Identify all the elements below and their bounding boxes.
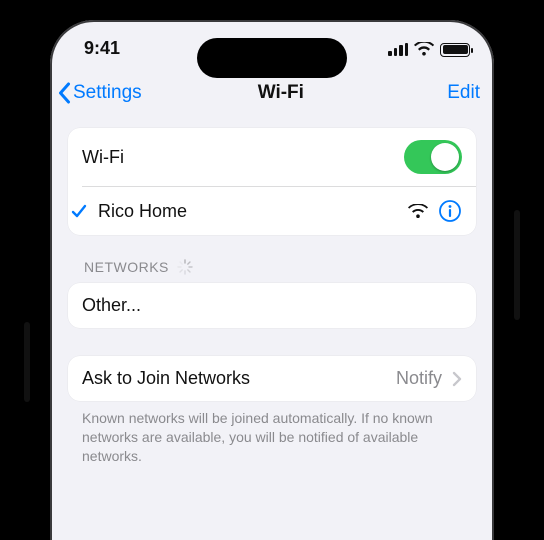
wifi-toggle[interactable]	[404, 140, 462, 174]
wifi-toggle-label: Wi-Fi	[82, 147, 124, 168]
ask-join-group: Ask to Join Networks Notify	[68, 356, 476, 401]
connected-network-row[interactable]: Rico Home	[82, 187, 476, 235]
wifi-status-icon	[414, 42, 434, 57]
battery-icon	[440, 43, 470, 57]
ask-join-row[interactable]: Ask to Join Networks Notify	[68, 356, 476, 401]
other-network-row[interactable]: Other...	[68, 283, 476, 328]
chevron-right-icon	[452, 371, 462, 387]
info-icon[interactable]	[438, 199, 462, 223]
edit-button[interactable]: Edit	[420, 82, 480, 104]
ask-join-footnote: Known networks will be joined automatica…	[82, 409, 462, 466]
page-title: Wi-Fi	[142, 82, 420, 104]
connected-network-name: Rico Home	[98, 201, 187, 222]
status-time: 9:41	[84, 38, 120, 59]
networks-header-label: NETWORKS	[84, 259, 169, 275]
spinner-icon	[177, 259, 193, 275]
wifi-group: Wi-Fi Rico Home	[68, 128, 476, 235]
cellular-signal-icon	[388, 43, 408, 56]
back-button[interactable]: Settings	[58, 82, 142, 104]
ask-join-label: Ask to Join Networks	[82, 368, 250, 389]
dynamic-island	[197, 38, 347, 78]
ask-join-value: Notify	[396, 368, 442, 389]
wifi-toggle-row: Wi-Fi	[68, 128, 476, 186]
back-label: Settings	[73, 82, 142, 104]
networks-group: Other...	[68, 283, 476, 328]
nav-bar: Settings Wi-Fi Edit	[50, 76, 494, 118]
chevron-left-icon	[58, 82, 71, 104]
checkmark-icon	[70, 202, 88, 220]
wifi-strength-icon	[408, 204, 428, 219]
networks-header: NETWORKS	[84, 259, 472, 275]
other-label: Other...	[82, 295, 141, 316]
